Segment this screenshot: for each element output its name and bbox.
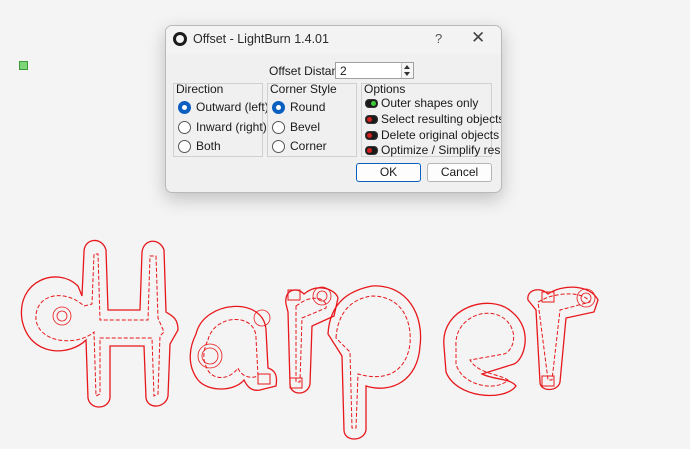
toggle-label: Select resulting objects: [381, 112, 502, 126]
spiral-corner-markers: [52, 286, 596, 369]
letter-h-outer: [20, 239, 179, 408]
dialog-titlebar[interactable]: Offset - LightBurn 1.4.01 ? ✕: [166, 26, 501, 54]
radio-button[interactable]: [178, 101, 191, 114]
letter-a-outer: [189, 305, 278, 391]
radio-button[interactable]: [178, 121, 191, 134]
radio-label: Corner: [290, 139, 327, 153]
dialog-title: Offset - LightBurn 1.4.01: [193, 32, 329, 46]
radio-label: Bevel: [290, 120, 321, 134]
radio-label: Round: [290, 100, 326, 114]
app-icon: [173, 32, 187, 46]
radio-label: Both: [196, 139, 221, 153]
offset-distance-input[interactable]: 2: [335, 62, 414, 79]
toggle-switch[interactable]: [365, 146, 378, 155]
corner-style-title: Corner Style: [270, 82, 337, 96]
harper-original-path: [35, 253, 591, 429]
toggle-switch[interactable]: [365, 131, 378, 140]
radio-button[interactable]: [272, 121, 285, 134]
toggle-label: Outer shapes only: [381, 96, 479, 110]
close-icon[interactable]: ✕: [471, 28, 485, 48]
offset-distance-stepper[interactable]: [401, 63, 413, 78]
offset-dialog: Offset - LightBurn 1.4.01 ? ✕ Offset Dis…: [165, 25, 502, 193]
corner-style-group: Corner Style Round Bevel Corner: [267, 82, 357, 157]
selection-handle-icon[interactable]: [19, 61, 28, 70]
toggle-label: Optimize / Simplify results: [381, 143, 501, 157]
radio-button[interactable]: [178, 140, 191, 153]
offset-distance-value: 2: [340, 64, 347, 78]
direction-title: Direction: [176, 82, 224, 96]
direction-group: Direction Outward (left) Inward (right) …: [173, 82, 269, 157]
options-title: Options: [364, 82, 406, 96]
harper-outer-offset-path[interactable]: [20, 239, 599, 440]
spin-down-icon[interactable]: [404, 72, 410, 76]
letter-p-outer: [327, 285, 422, 440]
toggle-label: Delete original objects: [381, 128, 500, 142]
radio-label: Inward (right): [196, 120, 267, 134]
selection-markers: [257, 289, 555, 389]
ok-button[interactable]: OK: [356, 163, 421, 182]
cancel-button[interactable]: Cancel: [427, 163, 492, 182]
help-icon[interactable]: ?: [435, 31, 442, 46]
radio-button[interactable]: [272, 140, 285, 153]
letter-r1-outer: [285, 287, 339, 394]
spin-up-icon[interactable]: [404, 65, 410, 69]
radio-button[interactable]: [272, 101, 285, 114]
toggle-switch[interactable]: [365, 115, 378, 124]
toggle-switch[interactable]: [365, 99, 378, 108]
options-group: Options Outer shapes only Select resulti…: [361, 82, 501, 157]
radio-label: Outward (left): [196, 100, 269, 114]
